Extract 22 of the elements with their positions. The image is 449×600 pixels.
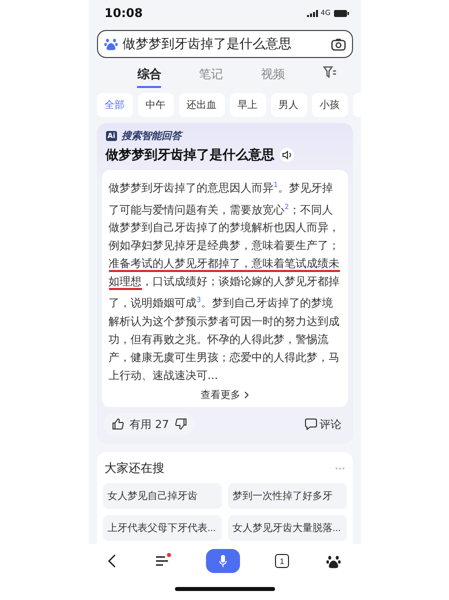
related-search-item[interactable]: 梦到一次性掉了好多牙 bbox=[228, 482, 346, 509]
filter-chip[interactable]: 还出血 bbox=[178, 93, 224, 117]
related-search-item[interactable]: 女人梦见牙齿大量脱落... bbox=[228, 514, 346, 541]
filter-chip[interactable]: 全部 bbox=[96, 93, 132, 117]
filter-chip[interactable]: 小孩 bbox=[312, 93, 348, 117]
tab[interactable]: 综合 bbox=[137, 66, 162, 88]
tabs-button[interactable]: 1 bbox=[275, 554, 289, 568]
useful-count: 有用 27 bbox=[130, 416, 169, 432]
related-title: 大家还在搜 bbox=[104, 460, 164, 477]
search-field[interactable]: 做梦梦到牙齿掉了是什么意思 bbox=[96, 30, 352, 58]
answer-title: 做梦梦到牙齿掉了是什么意思 bbox=[106, 146, 274, 164]
answer-source: 搜索智能回答 bbox=[121, 130, 182, 143]
related-search-item[interactable]: 上牙代表父母下牙代表... bbox=[102, 514, 222, 541]
answer-paragraph: 做梦梦到牙齿掉了的意思因人而异$^{1}$。梦见牙掉了可能与爱情问题有关，需要放宽心$^{2}$；不同人做梦梦到自己牙齿掉了的梦境解析也因人而异，例如孕妇梦见掉牙是经典梦，意味着要生产了； 准备考试的人梦见牙都掉了，意味着笔试成绩未如理想，口试成绩好；谈婚论嫁的人梦见牙都掉了，说明婚姻可成$^{3}$。梦到自己牙齿掉了的梦境解析认为这个梦预示梦者可因一时的努力达到成功，但有再败之兆。怀孕的人得此梦，警惕流产，健康无虞可生男孩；恋爱中的人得此梦，马上行动、速战速决可... bbox=[108, 180, 340, 384]
see-more-link[interactable]: 查看更多 bbox=[194, 386, 254, 403]
search-query: 做梦梦到牙齿掉了是什么意思 bbox=[122, 36, 292, 53]
status-time: 10:08 bbox=[104, 6, 143, 20]
comment-button[interactable]: 评论 bbox=[300, 416, 346, 432]
related-search-item[interactable]: 女人梦见自己掉牙齿 bbox=[102, 482, 222, 509]
filter-chip[interactable]: 男人 bbox=[270, 93, 306, 117]
filter-chip[interactable]: 早上 bbox=[230, 93, 266, 117]
filter-chip[interactable]: 中午 bbox=[138, 93, 174, 117]
